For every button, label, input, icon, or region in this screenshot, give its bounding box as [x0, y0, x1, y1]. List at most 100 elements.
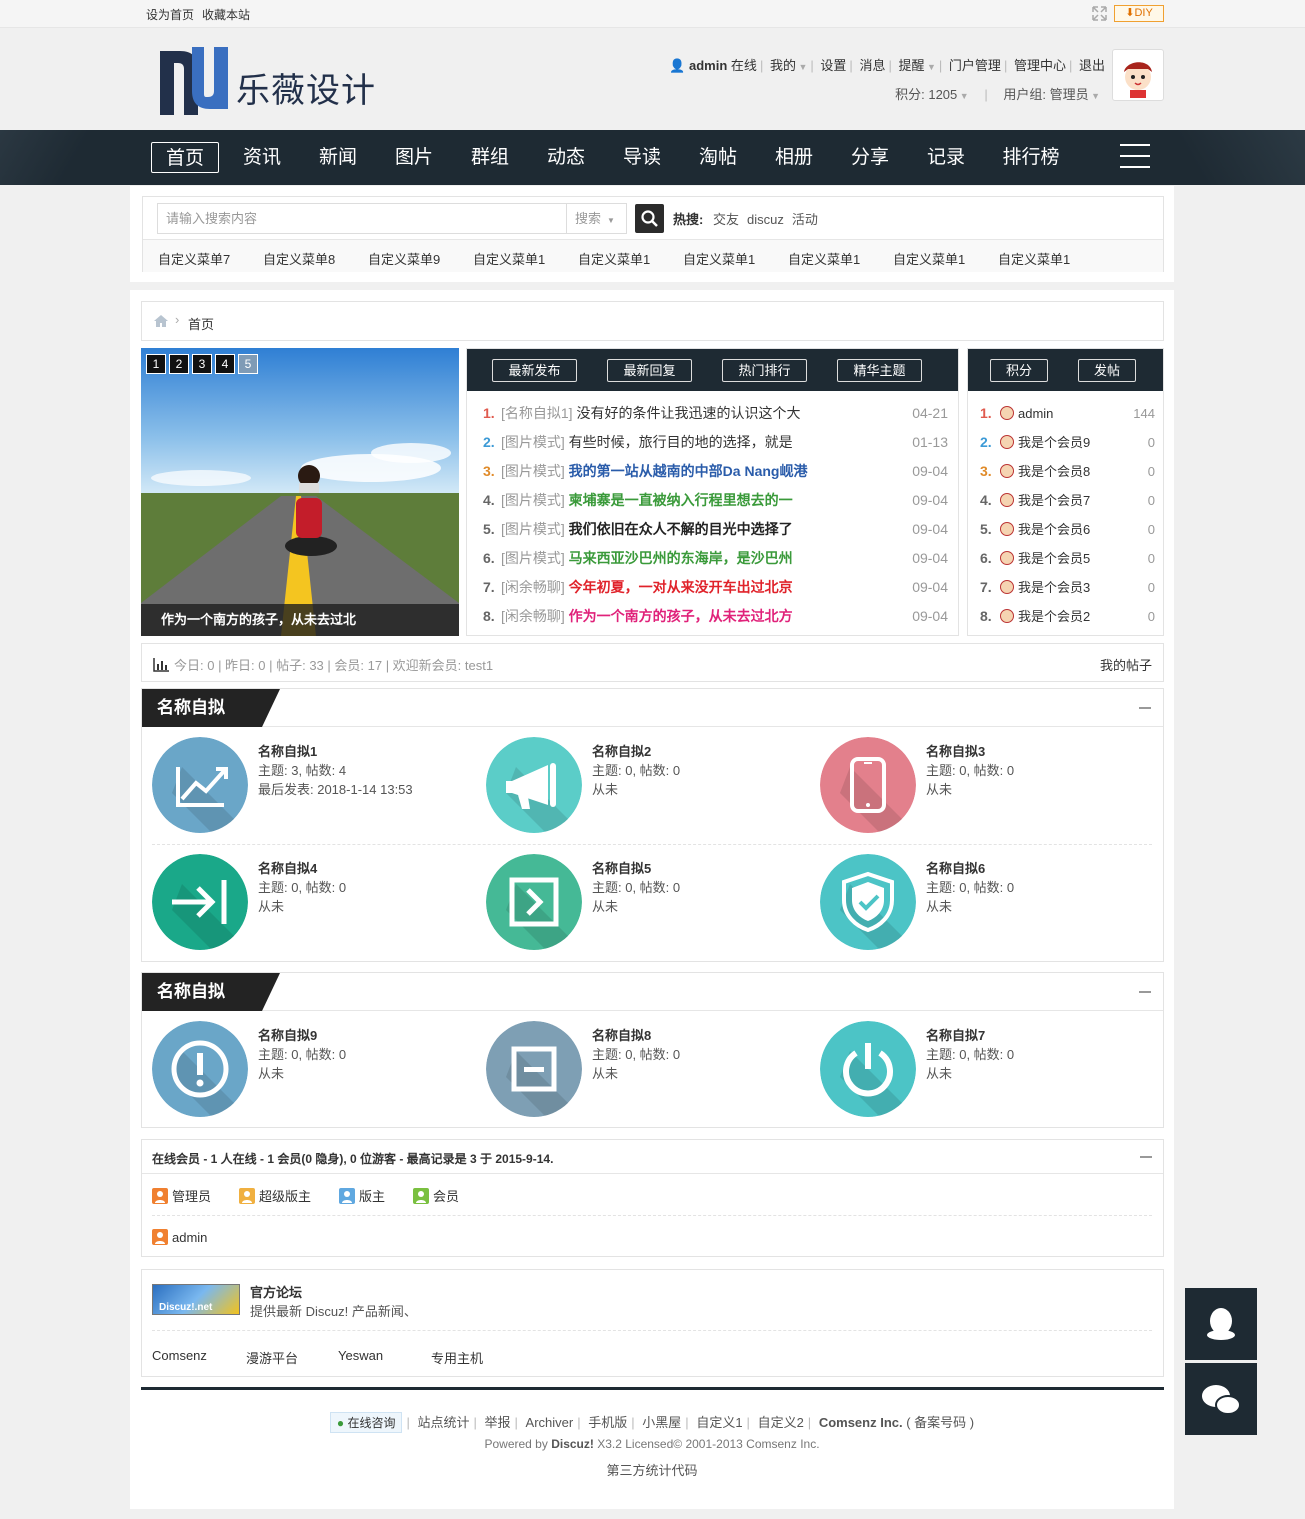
- post-row[interactable]: 1. [名称自拟1] 没有好的条件让我迅速的认识这个大 04-21: [483, 399, 948, 428]
- diy-button[interactable]: ⬇DIY: [1114, 5, 1164, 22]
- slide-dot[interactable]: 3: [192, 354, 212, 374]
- custom-menu-item[interactable]: 自定义菜单1: [788, 249, 860, 268]
- forum-name[interactable]: 名称自拟3: [926, 741, 985, 760]
- forum-item[interactable]: 名称自拟6 主题: 0, 帖数: 0 从未: [820, 854, 1140, 954]
- footer-link[interactable]: 小黑屋: [642, 1415, 681, 1430]
- hot-search-link[interactable]: discuz: [747, 212, 784, 227]
- forum-last-post[interactable]: 从未: [592, 896, 618, 915]
- footer-link[interactable]: 站点统计: [417, 1415, 469, 1430]
- power-icon[interactable]: [820, 1021, 916, 1117]
- post-row[interactable]: 5. [图片模式] 我们依旧在众人不解的目光中选择了 09-04: [483, 515, 948, 544]
- minus-box-icon[interactable]: [486, 1021, 582, 1117]
- post-category[interactable]: [图片模式]: [501, 550, 565, 566]
- post-category[interactable]: [图片模式]: [501, 463, 565, 479]
- menu-settings[interactable]: 设置: [820, 58, 846, 73]
- post-title[interactable]: 有些时候，旅行目的地的选择，就是: [569, 434, 793, 450]
- link-title[interactable]: 官方论坛: [250, 1282, 302, 1301]
- ranking-row[interactable]: 2. 我是个会员9 0: [980, 428, 1155, 457]
- exclamation-icon[interactable]: [152, 1021, 248, 1117]
- post-row[interactable]: 7. [闲余畅聊] 今年初夏，一对从来没开车出过北京 09-04: [483, 573, 948, 602]
- post-title[interactable]: 我的第一站从越南的中部Da Nang岘港: [569, 463, 808, 479]
- collapse-icon[interactable]: [1139, 991, 1151, 993]
- post-category[interactable]: [图片模式]: [501, 521, 565, 537]
- image-slider[interactable]: 1 2 3 4 5 作为一个南方的孩子，从未去过北: [141, 348, 459, 636]
- ranking-row[interactable]: 7. 我是个会员3 0: [980, 573, 1155, 602]
- nav-collections[interactable]: 淘帖: [684, 142, 752, 173]
- my-posts-link[interactable]: 我的帖子: [1100, 655, 1152, 674]
- tab-points[interactable]: 积分: [990, 359, 1048, 382]
- footer-link[interactable]: 自定义1: [696, 1415, 742, 1430]
- footer-link[interactable]: 举报: [485, 1415, 511, 1430]
- arrow-right-bar-icon[interactable]: [152, 854, 248, 950]
- post-row[interactable]: 8. [闲余畅聊] 作为一个南方的孩子，从未去过北方 09-04: [483, 602, 948, 631]
- ranking-row[interactable]: 6. 我是个会员5 0: [980, 544, 1155, 573]
- post-title[interactable]: 今年初夏，一对从来没开车出过北京: [569, 579, 793, 595]
- custom-menu-item[interactable]: 自定义菜单1: [893, 249, 965, 268]
- shield-check-icon[interactable]: [820, 854, 916, 950]
- nav-news[interactable]: 新闻: [304, 142, 372, 173]
- forum-name[interactable]: 名称自拟8: [592, 1025, 651, 1044]
- forum-item[interactable]: 名称自拟7 主题: 0, 帖数: 0 从未: [820, 1021, 1140, 1121]
- powered-brand[interactable]: Discuz!: [551, 1437, 594, 1451]
- footer-link[interactable]: Archiver: [526, 1415, 574, 1430]
- slide-caption[interactable]: 作为一个南方的孩子，从未去过北: [141, 604, 459, 636]
- avatar[interactable]: [1112, 49, 1164, 101]
- post-title[interactable]: 马来西亚沙巴州的东海岸，是沙巴州: [569, 550, 793, 566]
- custom-menu-item[interactable]: 自定义菜单1: [473, 249, 545, 268]
- tab-latest-replies[interactable]: 最新回复: [607, 359, 692, 382]
- hamburger-menu-icon[interactable]: [1120, 144, 1150, 170]
- points-link[interactable]: 积分: 1205: [895, 87, 957, 102]
- menu-logout[interactable]: 退出: [1079, 58, 1105, 73]
- site-logo[interactable]: 乐薇设计: [156, 45, 376, 117]
- discuz-logo[interactable]: Discuz!.net: [152, 1284, 240, 1315]
- post-category[interactable]: [闲余畅聊]: [501, 579, 565, 595]
- nav-share[interactable]: 分享: [836, 142, 904, 173]
- post-title[interactable]: 我们依旧在众人不解的目光中选择了: [569, 521, 793, 537]
- forum-last-post[interactable]: 从未: [592, 779, 618, 798]
- text-link[interactable]: 漫游平台: [246, 1348, 298, 1367]
- ranking-username[interactable]: 我是个会员3: [1018, 580, 1090, 595]
- ranking-username[interactable]: 我是个会员5: [1018, 551, 1090, 566]
- post-title[interactable]: 没有好的条件让我迅速的认识这个大: [576, 405, 800, 421]
- nav-news-info[interactable]: 资讯: [228, 142, 296, 173]
- forum-item[interactable]: 名称自拟3 主题: 0, 帖数: 0 从未: [820, 737, 1140, 837]
- forum-name[interactable]: 名称自拟1: [258, 741, 317, 760]
- collapse-icon[interactable]: [1140, 1156, 1152, 1158]
- next-box-icon[interactable]: [486, 854, 582, 950]
- slide-dot[interactable]: 2: [169, 354, 189, 374]
- post-row[interactable]: 2. [图片模式] 有些时候，旅行目的地的选择，就是 01-13: [483, 428, 948, 457]
- post-category[interactable]: [名称自拟1]: [501, 405, 573, 421]
- forum-group-title[interactable]: 名称自拟: [142, 689, 280, 727]
- forum-item[interactable]: 名称自拟5 主题: 0, 帖数: 0 从未: [486, 854, 806, 954]
- nav-ranking[interactable]: 排行榜: [994, 142, 1068, 173]
- forum-last-post[interactable]: 从未: [926, 896, 952, 915]
- phone-icon[interactable]: [820, 737, 916, 833]
- usergroup-link[interactable]: 用户组: 管理员: [1003, 87, 1088, 102]
- menu-messages[interactable]: 消息: [859, 58, 885, 73]
- ranking-username[interactable]: 我是个会员8: [1018, 464, 1090, 479]
- forum-last-post[interactable]: 最后发表: 2018-1-14 13:53: [258, 779, 413, 798]
- custom-menu-item[interactable]: 自定义菜单7: [158, 249, 230, 268]
- ranking-row[interactable]: 8. 我是个会员2 0: [980, 602, 1155, 631]
- footer-icp[interactable]: ( 备案号码 ): [906, 1415, 974, 1430]
- ranking-username[interactable]: 我是个会员2: [1018, 609, 1090, 624]
- footer-company[interactable]: Comsenz Inc.: [819, 1415, 903, 1430]
- expand-icon[interactable]: [1092, 6, 1107, 21]
- menu-my[interactable]: 我的: [770, 58, 796, 73]
- online-consult-button[interactable]: ● 在线咨询: [329, 1412, 403, 1433]
- menu-reminders[interactable]: 提醒: [898, 58, 924, 73]
- search-button[interactable]: [635, 204, 664, 233]
- nav-records[interactable]: 记录: [912, 142, 980, 173]
- set-home-link[interactable]: 设为首页: [146, 8, 194, 22]
- online-user-admin[interactable]: admin: [152, 1229, 207, 1245]
- forum-item[interactable]: 名称自拟9 主题: 0, 帖数: 0 从未: [152, 1021, 472, 1121]
- text-link[interactable]: 专用主机: [431, 1348, 483, 1367]
- text-link[interactable]: Comsenz: [152, 1348, 207, 1363]
- forum-name[interactable]: 名称自拟6: [926, 858, 985, 877]
- nav-albums[interactable]: 相册: [760, 142, 828, 173]
- forum-last-post[interactable]: 从未: [926, 779, 952, 798]
- ranking-row[interactable]: 5. 我是个会员6 0: [980, 515, 1155, 544]
- ranking-username[interactable]: 我是个会员6: [1018, 522, 1090, 537]
- post-row[interactable]: 4. [图片模式] 柬埔寨是一直被纳入行程里想去的一 09-04: [483, 486, 948, 515]
- ranking-username[interactable]: 我是个会员9: [1018, 435, 1090, 450]
